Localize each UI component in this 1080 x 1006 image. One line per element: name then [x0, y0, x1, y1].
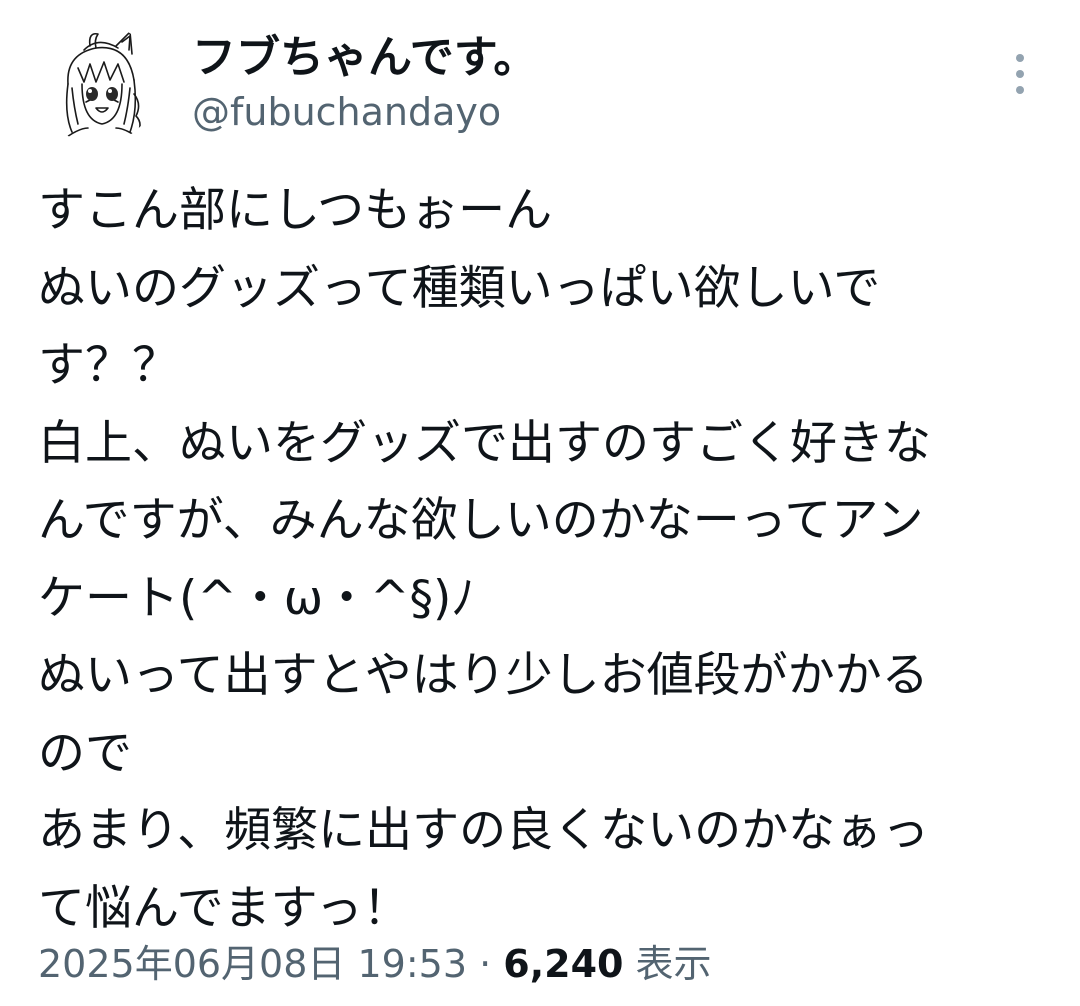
- views-count: 6,240: [503, 942, 624, 986]
- tweet-meta: 2025年06月08日 19:53 · 6,240 表示: [38, 936, 712, 992]
- avatar[interactable]: [38, 24, 158, 144]
- tweet-text-line: ので: [38, 725, 132, 781]
- tweet-text-line: あまり、頻繁に出すの良くないのかなぁっ: [38, 803, 930, 858]
- tweet-card: フブちゃんです。 @fubuchandayo すこん部にしつもぉーん ぬいのグッ…: [0, 0, 1080, 1006]
- more-vertical-icon: [1016, 54, 1024, 62]
- tweet-text-line: すこん部にしつもぉーん: [38, 183, 553, 238]
- tweet-text-line: んですが、みんな欲しいのかなーってアン: [38, 493, 924, 548]
- tweet-text-line: ぬいのグッズって種類いっぱい欲しいで: [38, 260, 881, 316]
- views-label: 表示: [623, 942, 712, 986]
- more-vertical-icon-dot: [1016, 70, 1024, 78]
- author-handle[interactable]: @fubuchandayo: [192, 86, 501, 138]
- more-vertical-icon-dot: [1016, 86, 1024, 94]
- anime-character-sketch-icon: [38, 24, 158, 144]
- tweet-text-line: ケート(^・ω・^§)ﾉ: [38, 570, 475, 626]
- tweet-text-line: ぬいって出すとやはり少しお値段がかかる: [38, 648, 929, 703]
- author-display-name[interactable]: フブちゃんです。: [192, 28, 537, 88]
- tweet-text: すこん部にしつもぉーん ぬいのグッズって種類いっぱい欲しいで す？？ 白上、ぬい…: [38, 172, 1028, 947]
- more-options-button[interactable]: [1002, 48, 1038, 100]
- tweet-text-line: 白上、ぬいをグッズで出すのすごく好きな: [38, 415, 931, 471]
- tweet-text-line: す？？: [38, 338, 179, 393]
- timestamp-link[interactable]: 2025年06月08日 19:53: [38, 942, 467, 986]
- meta-separator: ·: [467, 942, 504, 986]
